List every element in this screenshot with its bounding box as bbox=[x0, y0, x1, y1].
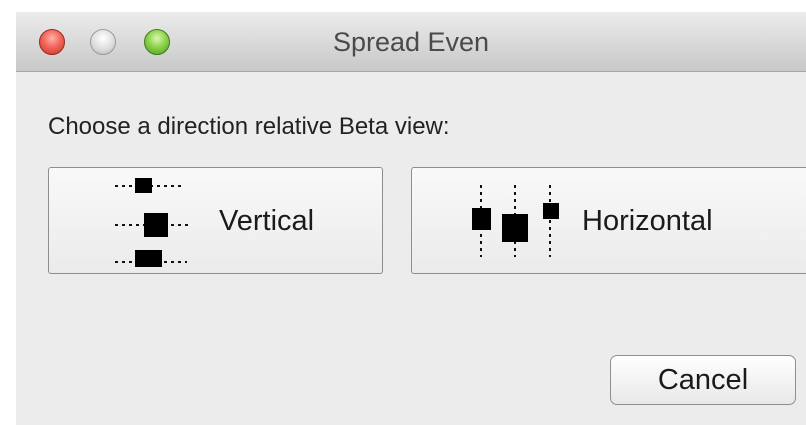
title-bar[interactable]: Spread Even bbox=[16, 12, 806, 72]
cancel-button[interactable]: Cancel bbox=[610, 355, 796, 405]
window-title: Spread Even bbox=[332, 27, 490, 57]
horizontal-label: Horizontal bbox=[582, 205, 713, 237]
vertical-button[interactable]: Vertical bbox=[48, 167, 383, 274]
horizontal-button[interactable]: Horizontal bbox=[411, 167, 806, 274]
spread-vertical-icon bbox=[115, 178, 189, 267]
spread-horizontal-icon bbox=[472, 185, 559, 257]
spread-even-dialog: Spread Even Choose a direction relative … bbox=[16, 12, 806, 425]
vertical-label: Vertical bbox=[219, 205, 315, 237]
direction-prompt: Choose a direction relative Beta view: bbox=[48, 113, 450, 140]
